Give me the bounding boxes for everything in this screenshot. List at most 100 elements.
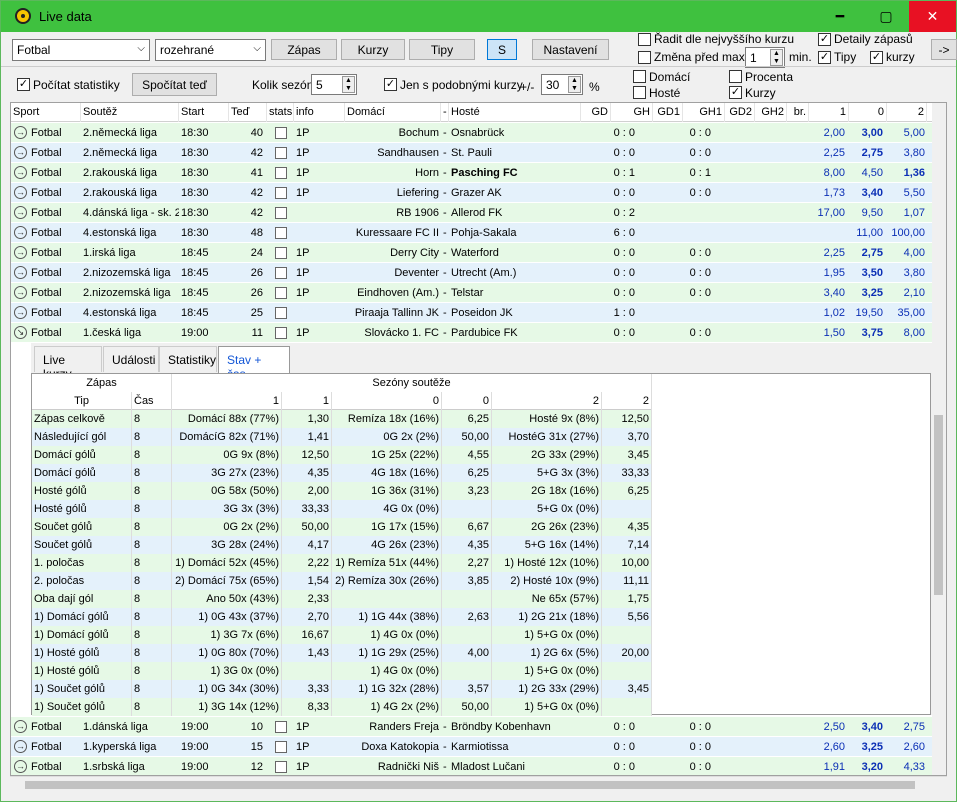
tipy-checkbox[interactable]: ✓ xyxy=(818,51,831,64)
expand-arrow-icon[interactable]: → xyxy=(14,286,27,299)
filter-select[interactable]: rozehrané ⌵ xyxy=(155,39,266,61)
column-header[interactable]: Hosté xyxy=(449,103,581,122)
procenta-checkbox[interactable] xyxy=(729,70,742,83)
expand-arrow-icon[interactable]: → xyxy=(14,206,27,219)
zmena-checkbox[interactable] xyxy=(638,51,651,64)
table-row[interactable]: ↘ Fotbal 1.česká liga 19:00 11 1P Slovácko 1. … xyxy=(11,323,939,343)
jen-checkbox[interactable]: ✓ xyxy=(384,78,397,91)
column-header[interactable]: 1 xyxy=(809,103,849,122)
scroll-thumb[interactable] xyxy=(25,781,915,789)
pm-spinner[interactable]: 30 ▲ ▼ xyxy=(541,74,583,95)
nastaveni-button[interactable]: Nastavení xyxy=(532,39,609,60)
matches-grid[interactable]: Sport Soutěž Start Teď stats info Domácí - Hosté… xyxy=(10,102,947,776)
stats-checkbox[interactable] xyxy=(275,207,287,219)
expand-arrow-icon[interactable]: → xyxy=(14,146,27,159)
column-header[interactable]: Soutěž xyxy=(81,103,179,122)
minimize-button[interactable]: ━ xyxy=(817,1,863,32)
table-row[interactable]: → Fotbal 1.irská liga 18:45 24 1P Derry City Wa… xyxy=(11,243,939,263)
detaily-checkbox[interactable]: ✓ xyxy=(818,33,831,46)
column-header[interactable]: GH2 xyxy=(755,103,787,122)
column-header[interactable]: GH1 xyxy=(683,103,725,122)
tab-live-kurzy[interactable]: Live kurzy xyxy=(34,346,102,381)
stats-checkbox[interactable] xyxy=(275,287,287,299)
column-header[interactable]: Start xyxy=(179,103,229,122)
tipy-button[interactable]: Tipy xyxy=(409,39,475,60)
maximize-button[interactable]: ▢ xyxy=(863,1,909,32)
table-row[interactable]: → Fotbal 2.nizozemská liga 18:45 26 1P Eindhov… xyxy=(11,283,939,303)
scroll-thumb[interactable] xyxy=(934,415,943,595)
column-header[interactable]: Teď xyxy=(229,103,267,122)
title-bar[interactable]: Live data ━ ▢ ✕ xyxy=(1,1,956,32)
radit-checkbox[interactable] xyxy=(638,33,651,46)
table-row[interactable]: → Fotbal 1.kyperská liga 19:00 15 1P Doxa Kato… xyxy=(11,737,939,757)
stats-checkbox[interactable] xyxy=(275,147,287,159)
stats-checkbox[interactable] xyxy=(275,187,287,199)
hoste-checkbox[interactable] xyxy=(633,86,646,99)
expand-arrow-icon[interactable]: → xyxy=(14,266,27,279)
tab-statistiky[interactable]: Statistiky xyxy=(159,346,217,372)
table-row[interactable]: → Fotbal 2.rakouská liga 18:30 41 1P Horn Pasch… xyxy=(11,163,939,183)
column-header[interactable]: Sport xyxy=(11,103,81,122)
expand-arrow-icon[interactable]: → xyxy=(14,226,27,239)
column-header[interactable]: GD2 xyxy=(725,103,755,122)
column-header[interactable]: GD1 xyxy=(653,103,683,122)
table-row[interactable]: → Fotbal 2.rakouská liga 18:30 42 1P Liefering… xyxy=(11,183,939,203)
stats-checkbox[interactable] xyxy=(275,721,287,733)
s-toggle-button[interactable]: S xyxy=(487,39,517,60)
kurzy-checkbox[interactable]: ✓ xyxy=(870,51,883,64)
stats-checkbox[interactable] xyxy=(275,761,287,773)
expand-arrow-icon[interactable]: → xyxy=(14,186,27,199)
stats-checkbox[interactable] xyxy=(275,741,287,753)
table-row[interactable]: → Fotbal 4.estonská liga 18:45 25 Piraaja Tal… xyxy=(11,303,939,323)
table-row[interactable]: → Fotbal 1.dánská liga 19:00 10 1P Randers Fre… xyxy=(11,717,939,737)
horizontal-scrollbar[interactable] xyxy=(10,776,947,791)
domaci-checkbox[interactable] xyxy=(633,70,646,83)
kurzy2-checkbox[interactable]: ✓ xyxy=(729,86,742,99)
stats-checkbox[interactable] xyxy=(275,247,287,259)
expand-arrow-icon[interactable]: → xyxy=(14,760,27,773)
column-header[interactable]: GD xyxy=(581,103,611,122)
kurzy-button[interactable]: Kurzy xyxy=(341,39,405,60)
table-row[interactable]: → Fotbal 1.srbská liga 19:00 12 1P Radnički Ni… xyxy=(11,757,939,775)
expand-arrow-icon[interactable]: ↘ xyxy=(14,326,27,339)
column-header[interactable]: stats xyxy=(267,103,294,122)
column-header[interactable]: Domácí xyxy=(345,103,441,122)
stats-checkbox[interactable] xyxy=(275,307,287,319)
table-row[interactable]: → Fotbal 4.dánská liga - sk. 2 18:30 42 RB 19… xyxy=(11,203,939,223)
table-row[interactable]: → Fotbal 4.estonská liga 18:30 48 Kuressaare … xyxy=(11,223,939,243)
expand-arrow-icon[interactable]: → xyxy=(14,720,27,733)
close-button[interactable]: ✕ xyxy=(909,1,956,32)
spinner-arrows-icon[interactable]: ▲ ▼ xyxy=(770,49,783,66)
expand-arrow-icon[interactable]: → xyxy=(14,126,27,139)
spinner-arrows-icon[interactable]: ▲ ▼ xyxy=(568,76,581,93)
table-row[interactable]: → Fotbal 2.nizozemská liga 18:45 26 1P Devente… xyxy=(11,263,939,283)
stats-checkbox[interactable] xyxy=(275,167,287,179)
column-header[interactable]: br. xyxy=(787,103,809,122)
spinner-arrows-icon[interactable]: ▲ ▼ xyxy=(342,76,355,93)
vertical-scrollbar[interactable] xyxy=(932,103,946,775)
tab-udalosti[interactable]: Události xyxy=(103,346,159,372)
column-header[interactable]: 2 xyxy=(887,103,927,122)
expand-arrow-icon[interactable]: → xyxy=(14,740,27,753)
stats-checkbox[interactable] xyxy=(275,227,287,239)
zapas-button[interactable]: Zápas xyxy=(271,39,337,60)
kolik-spinner[interactable]: 5 ▲ ▼ xyxy=(311,74,357,95)
expand-arrow-icon[interactable]: → xyxy=(14,166,27,179)
column-header[interactable]: GH xyxy=(611,103,653,122)
column-header[interactable]: - xyxy=(441,103,449,122)
pocitat-checkbox[interactable]: ✓ xyxy=(17,78,30,91)
expand-arrow-icon[interactable]: → xyxy=(14,246,27,259)
table-row[interactable]: → Fotbal 2.německá liga 18:30 42 1P Sandhausen… xyxy=(11,143,939,163)
tab-stav-cas[interactable]: Stav + čas xyxy=(218,346,290,381)
spocitat-button[interactable]: Spočítat teď xyxy=(132,73,217,96)
forward-button[interactable]: -> xyxy=(931,39,957,60)
stats-checkbox[interactable] xyxy=(275,327,287,339)
stats-checkbox[interactable] xyxy=(275,127,287,139)
sport-select[interactable]: Fotbal ⌵ xyxy=(12,39,150,61)
stats-checkbox[interactable] xyxy=(275,267,287,279)
zmena-spinner[interactable]: 1 ▲ ▼ xyxy=(745,47,785,68)
column-header[interactable]: info xyxy=(294,103,345,122)
table-row[interactable]: → Fotbal 2.německá liga 18:30 40 1P Bochum Osna… xyxy=(11,123,939,143)
expand-arrow-icon[interactable]: → xyxy=(14,306,27,319)
column-header[interactable]: 0 xyxy=(849,103,887,122)
